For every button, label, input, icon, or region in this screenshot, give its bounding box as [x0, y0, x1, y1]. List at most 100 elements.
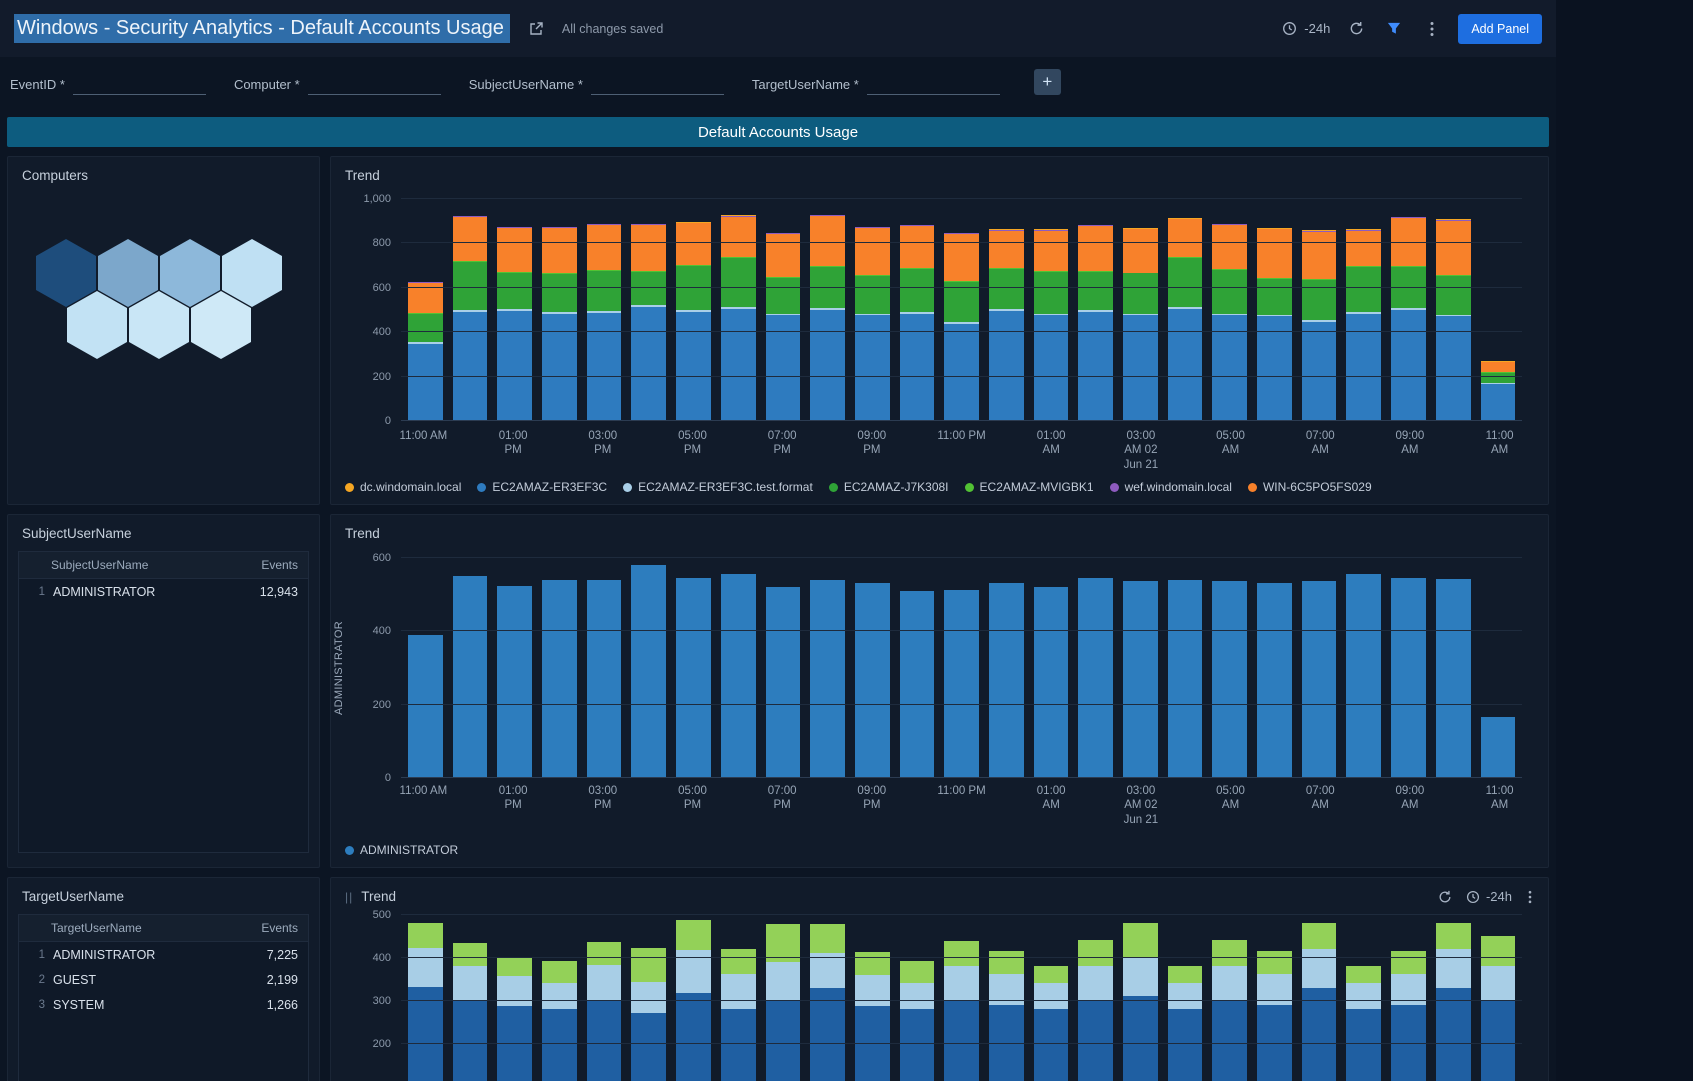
bar[interactable] [453, 558, 488, 778]
bar[interactable] [676, 558, 711, 778]
bar[interactable] [1212, 199, 1247, 421]
bar[interactable] [900, 915, 935, 1081]
bar[interactable] [1212, 915, 1247, 1081]
bar[interactable] [1481, 558, 1516, 778]
bar[interactable] [542, 915, 577, 1081]
bar[interactable] [1034, 915, 1069, 1081]
bar[interactable] [810, 558, 845, 778]
table-row[interactable]: 2GUEST2,199 [19, 967, 308, 992]
bar[interactable] [1302, 915, 1337, 1081]
target-trend-chart[interactable]: 0100200300400500 [331, 878, 1548, 1081]
bar[interactable] [1078, 558, 1113, 778]
bar[interactable] [1168, 915, 1203, 1081]
bar[interactable] [1436, 558, 1471, 778]
refresh-icon[interactable] [1344, 17, 1368, 41]
bar[interactable] [766, 199, 801, 421]
bar[interactable] [1257, 558, 1292, 778]
bar[interactable] [408, 915, 443, 1081]
bar[interactable] [989, 199, 1024, 421]
bar[interactable] [1346, 915, 1381, 1081]
bar[interactable] [542, 199, 577, 421]
share-icon[interactable] [524, 17, 548, 41]
table-row[interactable]: 1ADMINISTRATOR7,225 [19, 942, 308, 967]
subject-trend-chart[interactable]: ADMINISTRATOR 0200400600 11:00 AM01:00 P… [331, 515, 1548, 867]
bar[interactable] [408, 558, 443, 778]
bar[interactable] [1168, 199, 1203, 421]
bar[interactable] [1436, 199, 1471, 421]
column-header[interactable]: TargetUserName [29, 921, 261, 935]
bar[interactable] [1078, 915, 1113, 1081]
bar[interactable] [542, 558, 577, 778]
dashboard-title[interactable]: Windows - Security Analytics - Default A… [14, 17, 510, 40]
bar[interactable] [900, 558, 935, 778]
legend-item[interactable]: wef.windomain.local [1110, 480, 1232, 494]
plot-area[interactable] [401, 199, 1522, 421]
bar[interactable] [1078, 199, 1113, 421]
bar[interactable] [944, 915, 979, 1081]
column-header[interactable]: Events [261, 921, 298, 935]
targetusername-input[interactable] [867, 73, 1000, 95]
bar[interactable] [810, 199, 845, 421]
bar[interactable] [676, 199, 711, 421]
bar[interactable] [721, 558, 756, 778]
legend-item[interactable]: ADMINISTRATOR [345, 843, 458, 857]
bar[interactable] [587, 558, 622, 778]
filter-icon[interactable] [1382, 17, 1406, 41]
bar[interactable] [1436, 915, 1471, 1081]
bar[interactable] [944, 199, 979, 421]
bar[interactable] [676, 915, 711, 1081]
bar[interactable] [631, 558, 666, 778]
bar[interactable] [453, 199, 488, 421]
column-header[interactable]: Events [261, 558, 298, 572]
bar[interactable] [631, 915, 666, 1081]
bar[interactable] [1123, 558, 1158, 778]
time-range-control[interactable]: -24h [1281, 20, 1330, 37]
bar[interactable] [497, 558, 532, 778]
bar[interactable] [1034, 558, 1069, 778]
bar[interactable] [408, 199, 443, 421]
bar[interactable] [1034, 199, 1069, 421]
bar[interactable] [1346, 199, 1381, 421]
computers-trend-chart[interactable]: 02004006008001,000 11:00 AM01:00 PM03:00… [331, 157, 1548, 504]
legend-item[interactable]: WIN-6C5PO5FS029 [1248, 480, 1372, 494]
bar[interactable] [631, 199, 666, 421]
bar[interactable] [855, 558, 890, 778]
bar[interactable] [453, 915, 488, 1081]
bar[interactable] [766, 558, 801, 778]
bar[interactable] [855, 915, 890, 1081]
plot-area[interactable] [401, 558, 1522, 778]
bar[interactable] [810, 915, 845, 1081]
bar[interactable] [587, 199, 622, 421]
bar[interactable] [1481, 199, 1516, 421]
bar[interactable] [1346, 558, 1381, 778]
eventid-input[interactable] [73, 73, 206, 95]
bar[interactable] [721, 199, 756, 421]
legend-item[interactable]: EC2AMAZ-ER3EF3C.test.format [623, 480, 813, 494]
column-header[interactable]: SubjectUserName [29, 558, 261, 572]
bar[interactable] [1481, 915, 1516, 1081]
bar[interactable] [1123, 915, 1158, 1081]
subjectusername-input[interactable] [591, 73, 724, 95]
bar[interactable] [587, 915, 622, 1081]
kebab-menu-icon[interactable] [1420, 17, 1444, 41]
bar[interactable] [1212, 558, 1247, 778]
bar[interactable] [497, 199, 532, 421]
bar[interactable] [989, 558, 1024, 778]
bar[interactable] [1391, 915, 1426, 1081]
legend-item[interactable]: EC2AMAZ-MVIGBK1 [965, 480, 1094, 494]
bar[interactable] [1302, 558, 1337, 778]
bar[interactable] [766, 915, 801, 1081]
bar[interactable] [900, 199, 935, 421]
bar[interactable] [944, 558, 979, 778]
bar[interactable] [721, 915, 756, 1081]
add-panel-button[interactable]: Add Panel [1458, 14, 1542, 44]
legend-item[interactable]: dc.windomain.local [345, 480, 461, 494]
bar[interactable] [1257, 915, 1292, 1081]
bar[interactable] [1123, 199, 1158, 421]
add-filter-button[interactable]: + [1034, 69, 1061, 95]
legend-item[interactable]: EC2AMAZ-ER3EF3C [477, 480, 607, 494]
plot-area[interactable] [401, 915, 1522, 1081]
bar[interactable] [1302, 199, 1337, 421]
table-row[interactable]: 1ADMINISTRATOR12,943 [19, 579, 308, 604]
bar[interactable] [989, 915, 1024, 1081]
